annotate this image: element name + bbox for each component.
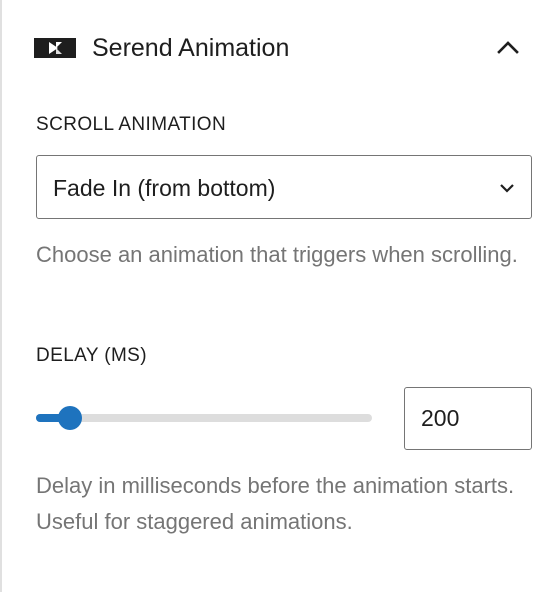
- delay-help-text: Delay in milliseconds before the animati…: [36, 473, 515, 534]
- panel-header-toggle[interactable]: Serend Animation: [2, 0, 556, 96]
- animation-panel: Serend Animation SCROLL ANIMATION Fade I…: [0, 0, 556, 592]
- chevron-up-icon[interactable]: [494, 34, 522, 62]
- serend-logo-icon: [34, 38, 76, 58]
- scroll-animation-select[interactable]: Fade In (from bottom): [36, 155, 532, 219]
- scroll-animation-selected-value: Fade In (from bottom): [53, 175, 276, 201]
- panel-title: Serend Animation: [92, 34, 290, 62]
- delay-slider-track[interactable]: [36, 414, 372, 422]
- delay-slider-thumb[interactable]: [57, 406, 82, 430]
- scroll-animation-help-text: Choose an animation that triggers when s…: [36, 242, 518, 267]
- chevron-down-icon: [500, 184, 514, 193]
- scroll-animation-label: SCROLL ANIMATION: [36, 114, 227, 135]
- delay-label: DELAY (MS): [36, 345, 147, 366]
- delay-number-input[interactable]: [404, 387, 532, 450]
